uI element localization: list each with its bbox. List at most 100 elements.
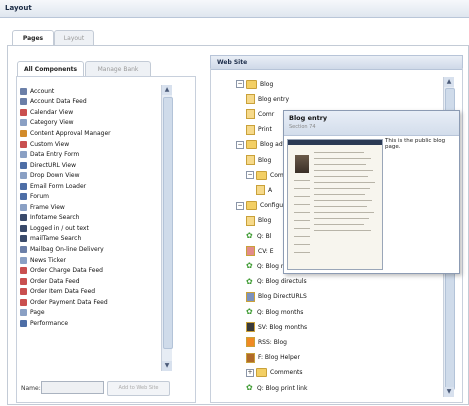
page-icon [246, 124, 255, 135]
search-icon [20, 235, 27, 243]
component-item[interactable]: Category View [20, 118, 172, 129]
tree-node[interactable]: RSS: Blog [246, 336, 287, 348]
component-item[interactable]: Order Item Data Feed [20, 286, 172, 297]
collapse-icon[interactable]: − [246, 171, 254, 180]
component-label: Account [30, 87, 55, 95]
component-label: Category View [30, 119, 74, 127]
query-icon: ✿ [246, 276, 253, 286]
components-list[interactable]: Account Account Data Feed Calendar View Cat… [20, 86, 172, 370]
order-icon [20, 277, 27, 285]
component-item[interactable]: Custom View [20, 139, 172, 150]
component-item[interactable]: Drop Down View [20, 170, 172, 181]
thumbnail-text-line [314, 218, 369, 219]
tree-node[interactable]: + Comments [246, 367, 303, 379]
tree-node[interactable]: − Blog adv [236, 139, 286, 151]
component-item[interactable]: Frame View [20, 202, 172, 213]
tree-node[interactable]: Blog [246, 215, 271, 227]
scroll-down-icon[interactable]: ▼ [162, 361, 172, 371]
forum-icon [20, 193, 27, 201]
thumbnail-text-line [314, 224, 364, 225]
tree-node[interactable]: F: Blog Helper [246, 352, 300, 364]
tree-node-label: Q: Bl [257, 232, 272, 240]
thumbnail-text-line [314, 176, 368, 177]
component-item[interactable]: News Ticker [20, 255, 172, 266]
scroll-down-icon[interactable]: ▼ [444, 387, 454, 397]
tree-node[interactable]: Print [246, 124, 272, 136]
component-item[interactable]: Forum [20, 191, 172, 202]
component-item[interactable]: Data Entry Form [20, 149, 172, 160]
collapse-icon[interactable]: − [236, 80, 244, 88]
component-item[interactable]: Infotame Search [20, 213, 172, 224]
component-item[interactable]: Content Approval Manager [20, 128, 172, 139]
tree-node[interactable]: − Blog [236, 78, 273, 90]
thumbnail-text-line [314, 182, 375, 183]
component-item[interactable]: mailTame Search [20, 234, 172, 245]
collapse-icon[interactable]: − [236, 140, 244, 149]
popup-header: Blog entry Section 74 [284, 111, 459, 136]
tree-node[interactable]: − Comr [246, 169, 286, 181]
tree-node[interactable]: ✿ Q: Blog directuls [246, 276, 307, 288]
tree-node[interactable]: A [256, 184, 272, 196]
thumbnail-text-line [314, 188, 370, 189]
page-preview-popup: Blog entry Section 74 This is the public… [283, 110, 460, 274]
tree-node-label: Blog [258, 217, 272, 225]
folder-icon [246, 79, 257, 89]
page-icon [246, 94, 255, 105]
component-item[interactable]: Logged in / out text [20, 223, 172, 234]
custom-view-icon [246, 246, 255, 257]
tree-node[interactable]: ✿ Q: Blog print link [246, 382, 307, 394]
thumbnail-text-line [314, 158, 371, 159]
component-item[interactable]: Order Payment Data Feed [20, 297, 172, 308]
component-label: DirectURL View [30, 161, 77, 169]
thumbnail-text-line [314, 170, 373, 171]
thumbnail-sidebar-line [294, 188, 310, 189]
tree-node[interactable]: − Configur [236, 200, 286, 212]
collapse-icon[interactable]: − [236, 201, 244, 210]
component-item[interactable]: Account Data Feed [20, 97, 172, 108]
tree-node[interactable]: Blog entry [246, 93, 289, 105]
component-item[interactable]: DirectURL View [20, 160, 172, 171]
approval-icon [20, 129, 27, 137]
component-item[interactable]: Account [20, 86, 172, 97]
query-icon: ✿ [246, 383, 253, 392]
tree-node-label: Configur [260, 202, 286, 210]
name-field[interactable] [41, 381, 104, 394]
component-item[interactable]: Page [20, 307, 172, 318]
popup-subtitle: Section 74 [289, 124, 316, 130]
tree-node-label: Blog [260, 80, 274, 88]
component-item[interactable]: Mailbag On-line Delivery [20, 244, 172, 255]
thumbnail-sidebar-line [294, 244, 310, 245]
tree-node[interactable]: Blog [246, 154, 271, 166]
users-icon [20, 87, 27, 95]
component-label: Content Approval Manager [30, 129, 111, 137]
thumbnail-text-line [314, 212, 374, 213]
tree-node-label: Print [258, 126, 272, 134]
tab-layout[interactable]: Layout [54, 30, 94, 46]
thumbnail-sidebar-line [294, 252, 310, 253]
scroll-thumb[interactable] [163, 97, 173, 349]
scroll-up-icon[interactable]: ▲ [444, 77, 454, 87]
tree-node[interactable]: ✿ Q: Blog months [246, 306, 303, 318]
components-scrollbar[interactable]: ▲ ▼ [161, 85, 173, 371]
tree-node-label: Q: Blog months [257, 308, 304, 316]
folder-icon [256, 368, 267, 378]
tree-node[interactable]: Blog DirectURLS [246, 291, 307, 303]
tree-node[interactable]: Comr [246, 108, 274, 120]
tab-manage-bank[interactable]: Manage Bank [85, 61, 151, 77]
component-item[interactable]: Performance [20, 318, 172, 329]
component-item[interactable]: Calendar View [20, 107, 172, 118]
component-item[interactable]: Order Charge Data Feed [20, 265, 172, 276]
component-label: Order Payment Data Feed [30, 298, 108, 306]
thumbnail-sidebar-line [294, 228, 310, 229]
scroll-up-icon[interactable]: ▲ [162, 85, 172, 95]
component-label: Drop Down View [30, 172, 80, 180]
component-item[interactable]: Email Form Loader [20, 181, 172, 192]
expand-icon[interactable]: + [246, 368, 254, 377]
tree-node[interactable]: ✿ Q: Bl [246, 230, 271, 242]
tree-node-label: Q: Blog print link [257, 384, 308, 392]
tree-node[interactable]: SV: Blog months [246, 321, 307, 333]
component-label: Order Data Feed [30, 277, 80, 285]
add-to-web-site-button[interactable]: Add to Web Site [107, 381, 170, 396]
component-item[interactable]: Order Data Feed [20, 276, 172, 287]
tree-node[interactable]: CV: E [246, 245, 274, 257]
